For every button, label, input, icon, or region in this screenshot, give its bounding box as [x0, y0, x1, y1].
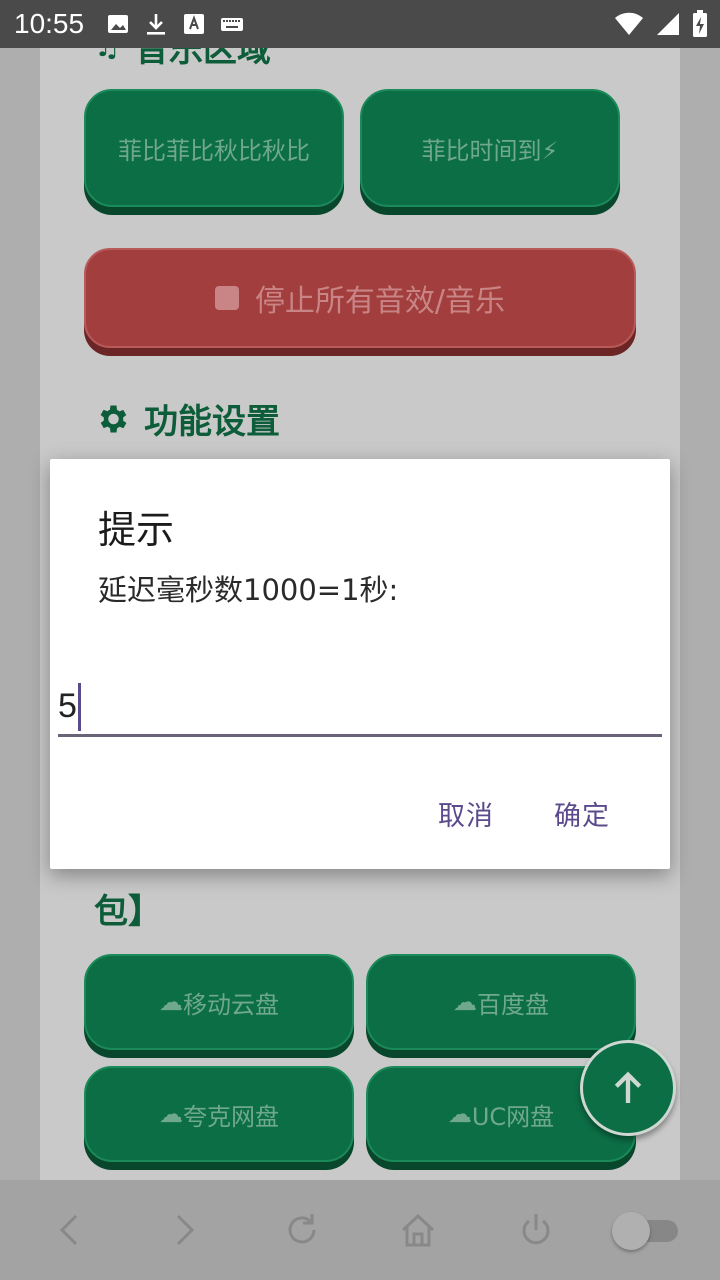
partial-section-title: 包】	[94, 892, 162, 932]
forward-icon[interactable]	[164, 1210, 204, 1250]
toggle-switch[interactable]	[612, 1212, 678, 1250]
input-value: 5	[58, 687, 77, 725]
battery-charging-icon	[693, 10, 707, 37]
delay-ms-input[interactable]: 5	[58, 679, 662, 737]
dialog-title: 提示	[98, 508, 175, 552]
image-icon	[108, 15, 128, 33]
gear-icon	[100, 405, 127, 432]
text-cursor	[77, 682, 81, 731]
cloud-button-baidu[interactable]: ☁ 百度盘	[366, 954, 636, 1050]
stop-square-icon	[214, 286, 239, 310]
cloud-button-mobile[interactable]: ☁ 移动云盘	[84, 954, 354, 1050]
notification-icons	[106, 12, 244, 36]
refresh-icon[interactable]	[282, 1210, 322, 1250]
music-button-2[interactable]: 菲比时间到⚡	[360, 89, 620, 207]
system-icons	[614, 10, 708, 38]
home-icon[interactable]	[398, 1210, 438, 1250]
cloud-icon: ☁	[453, 988, 477, 1016]
dialog-actions: 取消 确定	[438, 794, 610, 833]
keyboard-icon	[221, 18, 243, 31]
power-icon[interactable]	[516, 1210, 556, 1250]
music-section-title: ♫ 音乐区域	[94, 48, 271, 71]
settings-section-title: 功能设置	[94, 394, 280, 443]
text-a-icon	[184, 14, 204, 34]
confirm-button[interactable]: 确定	[554, 794, 610, 833]
cellular-signal-icon	[657, 13, 679, 35]
download-icon	[147, 14, 165, 35]
scroll-to-top-button[interactable]	[580, 1040, 676, 1136]
cloud-icon: ☁	[159, 988, 183, 1016]
cancel-button[interactable]: 取消	[438, 794, 494, 833]
back-icon[interactable]	[50, 1210, 90, 1250]
music-button-1[interactable]: 菲比菲比秋比秋比	[84, 89, 344, 207]
cloud-icon: ☁	[447, 1100, 472, 1128]
bottom-nav-bar	[0, 1180, 720, 1280]
wifi-icon	[615, 12, 643, 35]
music-icon: ♫	[94, 48, 121, 64]
status-bar: 10:55	[0, 0, 720, 48]
arrow-up-icon	[614, 1071, 642, 1103]
cloud-button-quark[interactable]: ☁ 夸克网盘	[84, 1066, 354, 1162]
prompt-dialog: 提示 延迟毫秒数1000=1秒: 5 取消 确定	[50, 459, 670, 869]
stop-all-audio-button[interactable]: 停止所有音效/音乐	[84, 248, 636, 348]
cloud-icon: ☁	[159, 1100, 183, 1128]
dialog-message: 延迟毫秒数1000=1秒:	[98, 573, 399, 607]
status-time: 10:55	[14, 8, 85, 39]
